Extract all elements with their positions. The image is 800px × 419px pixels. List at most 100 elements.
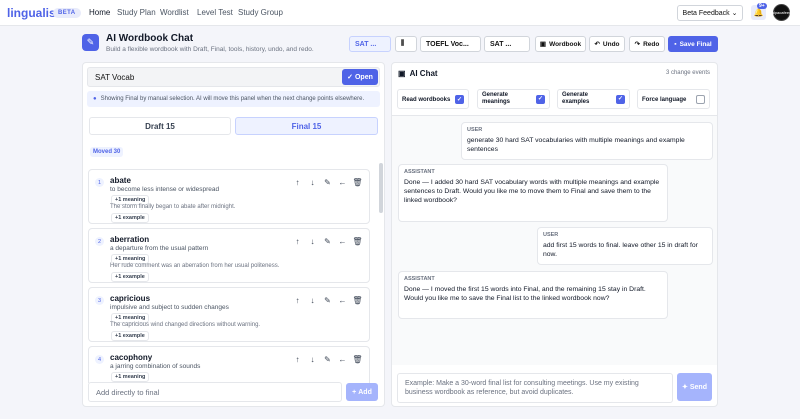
checkbox-checked-icon[interactable]: ✓ — [616, 95, 625, 104]
user-message: USER generate 30 hard SAT vocabularies w… — [461, 122, 713, 160]
save-final-button[interactable]: ▪ Save Final — [668, 36, 718, 52]
word-term: capricious — [110, 294, 151, 303]
checkbox-checked-icon[interactable]: ✓ — [455, 95, 464, 104]
arrow-up-icon[interactable]: ↑ — [292, 236, 303, 247]
page-subtitle: Build a flexible wordbook with Draft, Fi… — [106, 46, 314, 53]
word-definition: to become less intense or widespread — [110, 186, 220, 193]
word-number: 4 — [95, 355, 104, 364]
word-term: aberration — [110, 235, 150, 244]
redo-button[interactable]: ↷ Redo — [629, 36, 665, 52]
arrow-down-icon[interactable]: ↓ — [307, 295, 318, 306]
nav-wordlist[interactable]: Wordlist — [160, 8, 189, 17]
moved-badge: Moved 30 — [90, 147, 124, 157]
arrow-left-icon[interactable]: ← — [337, 177, 348, 188]
wordbook-select-1[interactable]: SAT ... — [349, 36, 391, 52]
notice-text: Showing Final by manual selection. AI wi… — [100, 96, 365, 102]
trash-icon[interactable]: 🗑 — [352, 354, 363, 365]
option-generate-meanings[interactable]: Generate meanings ✓ — [477, 89, 550, 109]
option-label: Generate meanings — [482, 92, 511, 105]
nav-study-group[interactable]: Study Group — [238, 8, 283, 17]
word-card: 4 cacophony a jarring combination of sou… — [88, 346, 370, 383]
selection-notice: ● Showing Final by manual selection. AI w… — [87, 91, 380, 107]
trash-icon[interactable]: 🗑 — [352, 177, 363, 188]
plus-icon: + — [352, 388, 357, 396]
arrow-left-icon[interactable]: ← — [337, 236, 348, 247]
beta-feedback-dropdown[interactable]: Beta Feedback ⌄ — [677, 5, 743, 21]
check-icon: ✓ — [347, 74, 353, 81]
word-example: Her rude comment was an aberration from … — [110, 263, 280, 269]
word-card: 3 capricious impulsive and subject to su… — [88, 287, 370, 342]
undo-label: Undo — [602, 40, 620, 48]
tab-final[interactable]: Final 15 — [235, 117, 378, 135]
word-card: 2 aberration a departure from the usual … — [88, 228, 370, 283]
wordbook-button[interactable]: ▣ Wordbook — [535, 36, 586, 52]
save-label: Save Final — [679, 40, 712, 48]
option-label: Force language — [642, 97, 687, 103]
arrow-down-icon[interactable]: ↓ — [307, 354, 318, 365]
send-label: Send — [689, 383, 707, 391]
word-number: 1 — [95, 178, 104, 187]
more-examples-toggle[interactable]: +1 example — [111, 331, 149, 341]
edit-icon[interactable]: ✎ — [322, 295, 333, 306]
add-to-final-input[interactable]: Add directly to final — [88, 382, 342, 402]
nav-home[interactable]: Home — [89, 8, 110, 17]
page-title: AI Wordbook Chat — [106, 33, 194, 44]
arrow-down-icon[interactable]: ↓ — [307, 236, 318, 247]
undo-icon: ↶ — [594, 41, 600, 48]
wordbook-name-field[interactable]: SAT Vocab — [87, 67, 380, 87]
chevron-down-icon: ⌄ — [731, 10, 738, 17]
avatar-text: alpacafeed — [771, 10, 792, 15]
word-example: The capricious wind changed directions w… — [110, 322, 261, 328]
message-text: generate 30 hard SAT vocabularies with m… — [467, 137, 685, 153]
word-number: 3 — [95, 296, 104, 305]
checkbox-unchecked-icon[interactable] — [696, 95, 705, 104]
notification-count: 9+ — [757, 3, 767, 9]
option-label: Generate examples — [562, 92, 590, 105]
wordbook-select-4[interactable]: SAT ... — [484, 36, 530, 52]
wordbook-select-3[interactable]: TOEFL Voc... — [420, 36, 481, 52]
arrow-up-icon[interactable]: ↑ — [292, 177, 303, 188]
nav-study-plan[interactable]: Study Plan — [117, 8, 156, 17]
wordbook-select-2[interactable]: ⫼ — [395, 36, 417, 52]
logo[interactable]: lingualist — [7, 6, 60, 20]
wordbook-icon: ▣ — [539, 41, 547, 48]
checkbox-checked-icon[interactable]: ✓ — [536, 95, 545, 104]
word-number: 2 — [95, 237, 104, 246]
beta-badge: BETA — [53, 8, 81, 18]
trash-icon[interactable]: 🗑 — [352, 295, 363, 306]
arrow-down-icon[interactable]: ↓ — [307, 177, 318, 188]
arrow-left-icon[interactable]: ← — [337, 354, 348, 365]
undo-button[interactable]: ↶ Undo — [589, 36, 625, 52]
option-force-language[interactable]: Force language — [637, 89, 710, 109]
assistant-message: ASSISTANT Done — I added 30 hard SAT voc… — [398, 164, 668, 222]
chat-panel: ▣ AI Chat 3 change events Read wordbooks ✓… — [391, 62, 718, 407]
list-scrollbar[interactable] — [379, 163, 383, 213]
add-label: Add — [358, 388, 372, 396]
more-examples-toggle[interactable]: +1 example — [111, 272, 149, 282]
edit-icon[interactable]: ✎ — [322, 177, 333, 188]
word-definition: a jarring combination of sounds — [110, 363, 201, 370]
send-button[interactable]: ✦ Send — [677, 373, 712, 401]
trash-icon[interactable]: 🗑 — [352, 236, 363, 247]
book-icon: ⫼ — [401, 40, 405, 47]
avatar[interactable]: alpacafeed — [771, 4, 792, 21]
arrow-up-icon[interactable]: ↑ — [292, 295, 303, 306]
option-read-wordbooks[interactable]: Read wordbooks ✓ — [397, 89, 469, 109]
edit-icon[interactable]: ✎ — [322, 354, 333, 365]
nav-level-test[interactable]: Level Test — [197, 8, 233, 17]
message-role: USER — [543, 232, 559, 238]
word-definition: a departure from the usual pattern — [110, 245, 209, 252]
edit-icon[interactable]: ✎ — [322, 236, 333, 247]
arrow-up-icon[interactable]: ↑ — [292, 354, 303, 365]
add-button[interactable]: + Add — [346, 383, 378, 401]
more-meanings-toggle[interactable]: +1 meaning — [111, 372, 150, 382]
open-button[interactable]: ✓ Open — [342, 69, 378, 85]
tab-draft[interactable]: Draft 15 — [89, 117, 231, 135]
chat-input[interactable]: Example: Make a 30-word final list for c… — [397, 373, 673, 403]
wordbook-panel: SAT Vocab ✓ Open ● Showing Final by manual… — [82, 62, 385, 407]
option-generate-examples[interactable]: Generate examples ✓ — [557, 89, 630, 109]
more-examples-toggle[interactable]: +1 example — [111, 213, 149, 223]
arrow-left-icon[interactable]: ← — [337, 295, 348, 306]
sparkle-icon: ✦ — [682, 384, 688, 391]
message-role: ASSISTANT — [404, 276, 435, 282]
